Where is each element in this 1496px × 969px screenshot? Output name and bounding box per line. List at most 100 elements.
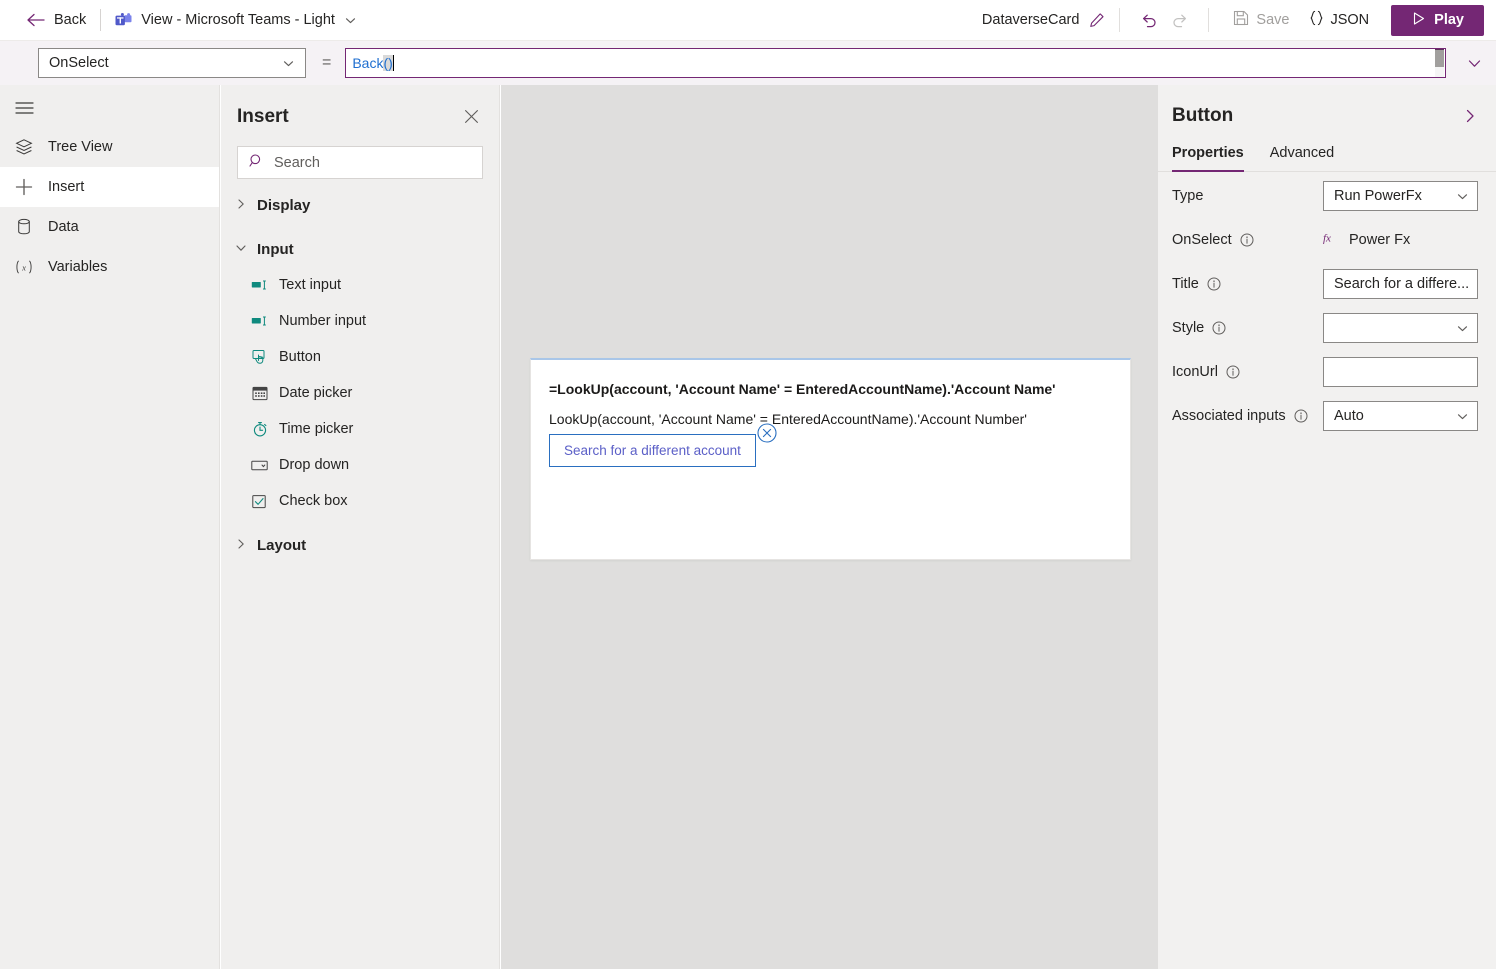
redo-button[interactable] (1164, 5, 1194, 35)
property-row-title: Title Search for a differe... (1158, 264, 1496, 304)
chevron-down-icon (235, 241, 247, 258)
app-root: Back View - Microsoft Teams - Light Data… (0, 0, 1496, 969)
property-label-text: Style (1172, 320, 1205, 336)
insert-item-button[interactable]: Button (221, 339, 499, 375)
svg-text:fx: fx (1323, 233, 1331, 245)
insert-group-layout[interactable]: Layout (221, 527, 499, 563)
play-button[interactable]: Play (1391, 4, 1484, 36)
insert-item-check-box[interactable]: Check box (221, 483, 499, 519)
insert-group-label: Input (257, 240, 294, 258)
search-input[interactable]: Search (237, 146, 483, 179)
delete-element-icon[interactable] (757, 423, 777, 443)
database-icon (14, 217, 34, 237)
insert-item-drop-down[interactable]: Drop down (221, 447, 499, 483)
insert-panel-header: Insert (221, 85, 499, 128)
toolbar-separator (1119, 8, 1121, 32)
insert-item-label: Date picker (279, 385, 353, 401)
onselect-powerfx-link[interactable]: fx Power Fx (1323, 230, 1478, 250)
calendar-icon (251, 385, 268, 402)
chevron-down-icon (1456, 190, 1469, 203)
formula-scrollbar-thumb[interactable] (1435, 49, 1444, 67)
left-rail: Tree View Insert Data x Variables (0, 85, 220, 969)
back-button[interactable]: Back (26, 12, 86, 28)
insert-item-date-picker[interactable]: Date picker (221, 375, 499, 411)
associated-inputs-value: Auto (1334, 408, 1364, 424)
property-label: Style (1172, 320, 1226, 336)
microsoft-teams-icon (115, 12, 132, 28)
property-control (1323, 357, 1478, 387)
sidebar-label: Insert (48, 179, 85, 195)
save-icon (1233, 10, 1249, 30)
insert-group-display[interactable]: Display (221, 187, 499, 223)
fx-icon: fx (1323, 230, 1340, 250)
formula-identifier: Back (352, 55, 384, 71)
style-dropdown[interactable] (1323, 313, 1478, 343)
info-icon[interactable] (1207, 277, 1221, 291)
insert-item-text-input[interactable]: Text input (221, 267, 499, 303)
property-row-associated-inputs: Associated inputs Auto (1158, 396, 1496, 436)
toolbar-divider (100, 9, 102, 31)
property-label: Title (1172, 276, 1221, 292)
tab-properties[interactable]: Properties (1172, 145, 1244, 172)
close-icon[interactable] (460, 105, 483, 128)
card-text-line-2: LookUp(account, 'Account Name' = Entered… (549, 411, 1027, 427)
tab-advanced[interactable]: Advanced (1270, 145, 1335, 171)
variable-icon: x (14, 257, 34, 277)
insert-group-input[interactable]: Input (221, 231, 499, 267)
property-control (1323, 313, 1478, 343)
hamburger-menu-icon[interactable] (0, 89, 48, 127)
property-row-iconurl: IconUrl (1158, 352, 1496, 392)
type-dropdown[interactable]: Run PowerFx (1323, 181, 1478, 211)
info-icon[interactable] (1240, 233, 1254, 247)
info-icon[interactable] (1226, 365, 1240, 379)
arrow-left-icon (26, 13, 45, 27)
save-button[interactable]: Save (1223, 5, 1299, 35)
card-action-button[interactable]: Search for a different account (549, 434, 756, 467)
insert-item-label: Drop down (279, 457, 350, 473)
number-input-icon (251, 313, 268, 330)
info-icon[interactable] (1212, 321, 1226, 335)
equals-sign: = (322, 54, 332, 71)
formula-input[interactable]: Back() (345, 48, 1446, 78)
document-name: DataverseCard (981, 12, 1080, 28)
property-selector[interactable]: OnSelect (38, 48, 306, 78)
chevron-down-icon (1456, 410, 1469, 423)
sidebar-item-insert[interactable]: Insert (0, 167, 219, 207)
play-icon (1411, 11, 1426, 30)
json-button[interactable]: JSON (1299, 5, 1379, 35)
title-field[interactable]: Search for a differe... (1323, 269, 1478, 299)
chevron-right-icon[interactable] (1462, 108, 1478, 124)
property-row-type: Type Run PowerFx (1158, 176, 1496, 216)
card-canvas[interactable]: =LookUp(account, 'Account Name' = Entere… (501, 85, 1158, 969)
sidebar-item-variables[interactable]: x Variables (0, 247, 219, 287)
insert-item-label: Time picker (279, 421, 354, 437)
formula-scrollbar-cap (1435, 49, 1444, 50)
property-label-text: Associated inputs (1172, 408, 1286, 424)
adaptive-card-preview[interactable]: =LookUp(account, 'Account Name' = Entere… (530, 358, 1131, 560)
type-dropdown-value: Run PowerFx (1334, 188, 1422, 204)
property-label-text: Title (1172, 276, 1199, 292)
insert-group-label: Layout (257, 536, 307, 554)
rename-pencil-icon[interactable] (1089, 12, 1105, 28)
sidebar-item-tree-view[interactable]: Tree View (0, 127, 219, 167)
insert-group-label: Display (257, 196, 311, 214)
associated-inputs-dropdown[interactable]: Auto (1323, 401, 1478, 431)
iconurl-field[interactable] (1323, 357, 1478, 387)
info-icon[interactable] (1294, 409, 1308, 423)
sidebar-item-data[interactable]: Data (0, 207, 219, 247)
properties-panel-header: Button (1158, 85, 1496, 127)
view-title-dropdown[interactable]: View - Microsoft Teams - Light (115, 12, 357, 28)
expand-formula-bar-button[interactable] (1452, 55, 1496, 72)
search-placeholder: Search (274, 154, 320, 171)
button-icon (251, 349, 268, 366)
layers-icon (14, 137, 34, 157)
property-label-text: IconUrl (1172, 364, 1218, 380)
undo-button[interactable] (1134, 5, 1164, 35)
sidebar-label: Variables (48, 259, 108, 275)
clock-icon (251, 421, 268, 438)
checkbox-icon (251, 493, 268, 510)
insert-item-time-picker[interactable]: Time picker (221, 411, 499, 447)
property-label: Associated inputs (1172, 408, 1308, 424)
insert-item-number-input[interactable]: Number input (221, 303, 499, 339)
card-text-line-1: =LookUp(account, 'Account Name' = Entere… (549, 381, 1056, 397)
